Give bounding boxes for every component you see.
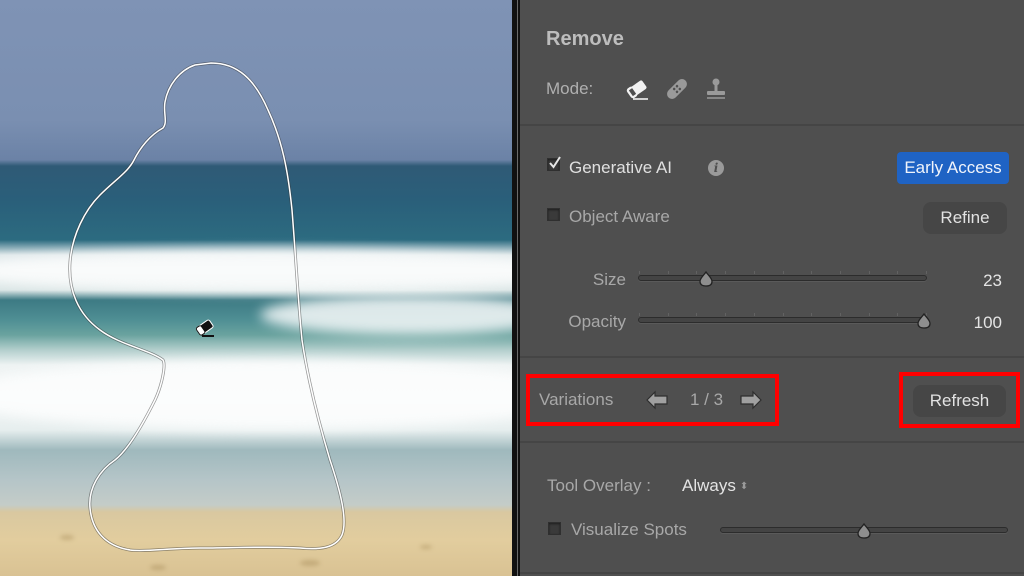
visualize-spots-label: Visualize Spots [571, 520, 687, 539]
section-divider [520, 441, 1024, 443]
eraser-cursor-icon [195, 319, 214, 337]
generative-ai-checkbox[interactable] [547, 156, 561, 171]
size-slider-track[interactable] [638, 271, 927, 281]
variations-highlight-box [526, 374, 779, 426]
slider-tick [753, 271, 755, 274]
remove-panel: Remove Mode: Generative AI i Early Acces… [520, 0, 1024, 576]
generative-ai-label: Generative AI [569, 158, 673, 177]
visualize-spots-slider-thumb[interactable] [857, 523, 871, 539]
photo-canvas[interactable] [0, 0, 512, 576]
updown-chevron-icon: ⬍ [739, 481, 749, 492]
slider-tick [696, 271, 698, 274]
opacity-slider-thumb[interactable] [917, 313, 931, 329]
slider-tick [667, 271, 669, 274]
clone-stamp-icon[interactable] [703, 76, 729, 102]
object-aware-label: Object Aware [569, 207, 670, 226]
opacity-value[interactable]: 100 [962, 313, 1002, 333]
remove-eraser-icon[interactable] [624, 76, 650, 102]
object-aware-checkbox[interactable] [547, 208, 560, 221]
section-divider [520, 572, 1024, 574]
slider-tick [811, 313, 813, 316]
slider-tick [667, 313, 669, 316]
slider-tick [782, 313, 784, 316]
slider-tick [782, 271, 784, 274]
tool-overlay-select[interactable]: Always ⬍ [682, 476, 748, 496]
tool-overlay-label: Tool Overlay : [547, 476, 651, 495]
slider-tick [753, 313, 755, 316]
selection-mask-outline[interactable] [0, 0, 512, 576]
slider-tick [839, 313, 841, 316]
slider-tick [639, 271, 640, 274]
opacity-slider-track[interactable] [638, 313, 927, 323]
opacity-label: Opacity [568, 312, 626, 331]
section-divider [520, 124, 1024, 126]
refine-button[interactable]: Refine [923, 202, 1007, 234]
refresh-highlight-box [899, 372, 1020, 428]
slider-tick [868, 313, 870, 316]
slider-tick [839, 271, 841, 274]
size-value[interactable]: 23 [962, 271, 1002, 291]
info-icon[interactable]: i [708, 160, 724, 176]
slider-tick [811, 271, 813, 274]
slider-tick [868, 271, 870, 274]
checkmark-icon [549, 156, 561, 169]
slider-tick [897, 271, 899, 274]
slider-tick [696, 313, 698, 316]
panel-divider[interactable] [512, 0, 520, 576]
tool-overlay-value: Always [682, 476, 736, 495]
slider-tick [897, 313, 899, 316]
heal-bandage-icon[interactable] [664, 76, 690, 102]
slider-tick [926, 271, 927, 274]
slider-tick [639, 313, 640, 316]
slider-tick [725, 271, 727, 274]
size-slider-thumb[interactable] [699, 271, 713, 287]
early-access-button[interactable]: Early Access [897, 152, 1009, 184]
visualize-spots-checkbox[interactable] [548, 522, 561, 535]
mode-label: Mode: [546, 79, 594, 98]
section-divider [520, 356, 1024, 358]
panel-title: Remove [546, 28, 624, 50]
size-label: Size [592, 270, 626, 289]
slider-tick [725, 313, 727, 316]
